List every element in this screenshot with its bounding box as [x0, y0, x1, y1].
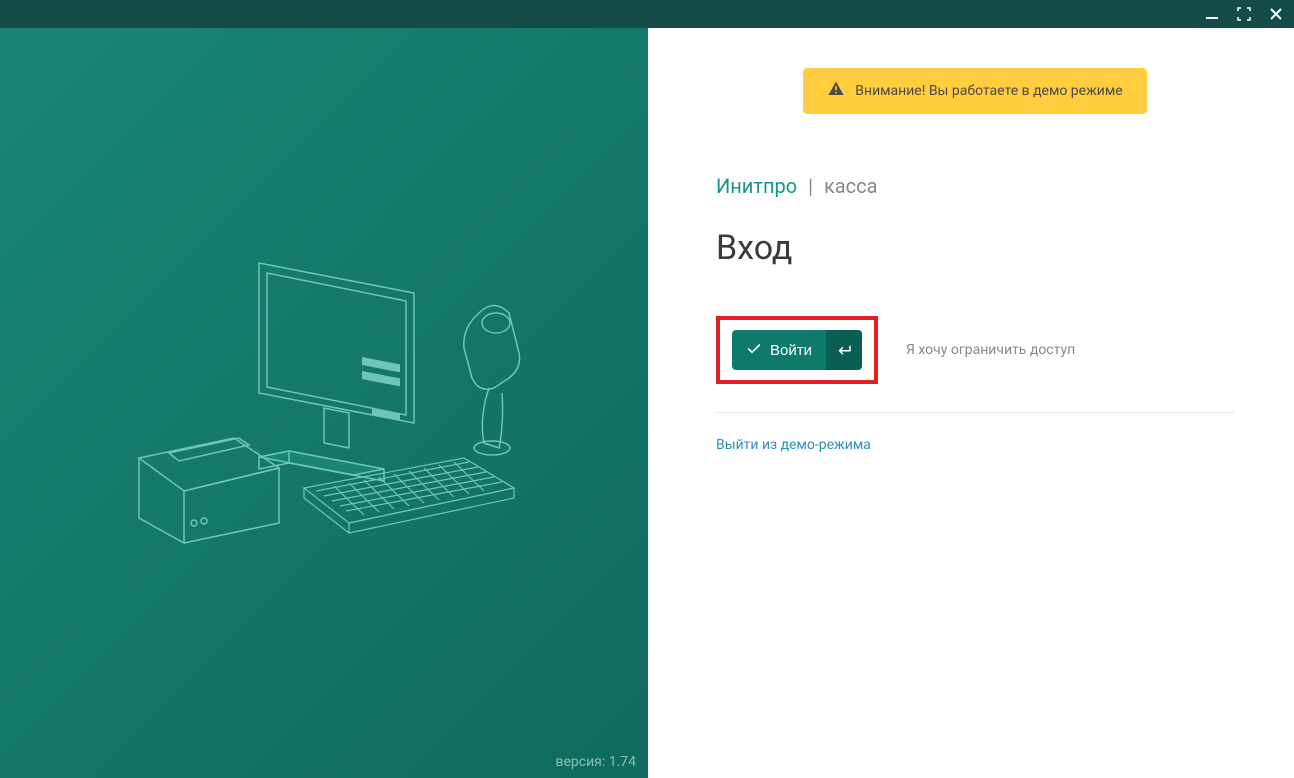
close-icon	[1269, 7, 1283, 21]
page-title: Вход	[716, 228, 792, 268]
minimize-icon	[1205, 7, 1219, 21]
left-panel: версия: 1.74	[0, 28, 648, 778]
highlight-annotation: Войти	[716, 316, 878, 384]
enter-key-icon	[826, 330, 862, 370]
divider	[716, 412, 1234, 413]
warning-icon	[827, 80, 845, 102]
restrict-access-link[interactable]: Я хочу ограничить доступ	[906, 342, 1075, 358]
maximize-icon	[1237, 7, 1251, 21]
brand-line: Инитпро | касса	[716, 174, 878, 198]
login-button[interactable]: Войти	[732, 330, 862, 370]
check-icon	[746, 341, 762, 360]
demo-warning-banner: Внимание! Вы работаете в демо режиме	[803, 68, 1146, 114]
warning-text: Внимание! Вы работаете в демо режиме	[855, 83, 1122, 99]
minimize-button[interactable]	[1202, 4, 1222, 24]
login-button-label: Войти	[770, 342, 812, 359]
pos-illustration	[84, 243, 564, 563]
brand-name: Инитпро	[716, 174, 797, 198]
main-container: версия: 1.74 Внимание! Вы работаете в де…	[0, 28, 1294, 778]
login-row: Войти Я хочу ограничить доступ	[716, 316, 1075, 384]
titlebar	[0, 0, 1294, 28]
right-panel: Внимание! Вы работаете в демо режиме Ини…	[648, 28, 1294, 778]
close-button[interactable]	[1266, 4, 1286, 24]
maximize-button[interactable]	[1234, 4, 1254, 24]
version-label: версия: 1.74	[555, 754, 636, 770]
brand-separator: |	[808, 174, 813, 198]
exit-demo-link[interactable]: Выйти из демо-режима	[716, 437, 871, 453]
brand-sub: касса	[824, 174, 878, 198]
